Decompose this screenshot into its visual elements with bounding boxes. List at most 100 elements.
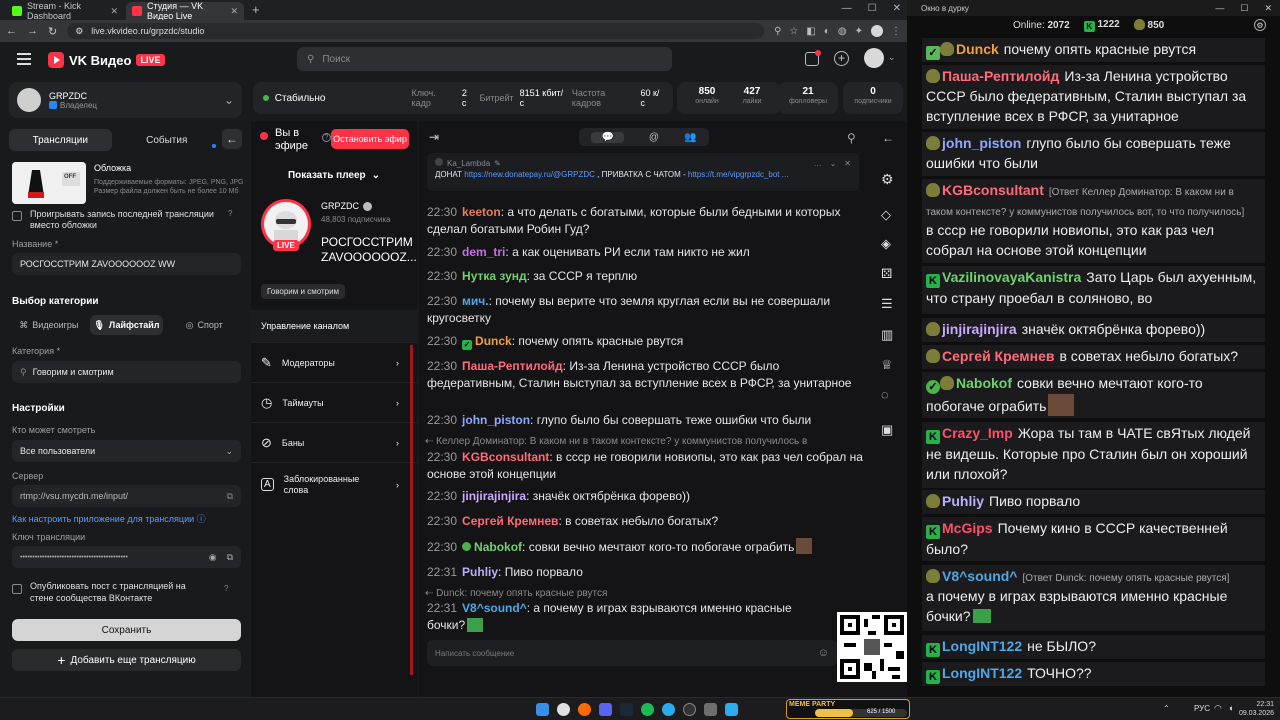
avatar[interactable]: [864, 48, 884, 68]
obs-icon[interactable]: [683, 703, 696, 716]
telegram-icon[interactable]: [662, 703, 675, 716]
menu-moderators[interactable]: ✎ Модераторы ›: [251, 342, 417, 382]
settings-gear-icon[interactable]: ⚙: [1254, 19, 1266, 31]
stats-bar-icon[interactable]: ▥: [881, 327, 893, 343]
trophy-icon[interactable]: ♕: [881, 357, 893, 373]
category-tag[interactable]: Говорим и смотрим: [261, 284, 346, 299]
spotify-icon[interactable]: [641, 703, 654, 716]
help-icon[interactable]: ?: [228, 209, 232, 218]
category-tab-lifestyle[interactable]: 🎙 Лайфстайл: [89, 315, 164, 335]
settings-gear-icon[interactable]: ⚙: [881, 171, 894, 188]
discord-icon[interactable]: [599, 703, 612, 716]
gem-icon[interactable]: ◈: [881, 236, 891, 252]
reload-icon[interactable]: ↻: [48, 25, 57, 38]
extensions-puzzle-icon[interactable]: ✦: [855, 26, 863, 37]
close-window-icon[interactable]: ✕: [1264, 3, 1272, 14]
clock[interactable]: 22:31 09.03.2026: [1238, 700, 1274, 718]
msg-user[interactable]: john_piston: [462, 413, 530, 427]
extension-icon[interactable]: ◐: [824, 26, 830, 37]
maximize-icon[interactable]: ☐: [868, 3, 877, 14]
start-windows-icon[interactable]: [536, 703, 549, 716]
pin-icon[interactable]: ⚲: [847, 131, 856, 145]
site-info-icon[interactable]: ⚙: [75, 26, 83, 37]
volume-icon[interactable]: ◖: [1228, 703, 1233, 713]
bookmark-star-icon[interactable]: ☆: [789, 26, 798, 37]
close-icon[interactable]: ✕: [844, 158, 851, 169]
app-icon[interactable]: [725, 703, 738, 716]
close-tab-icon[interactable]: ✕: [230, 6, 238, 17]
msg-user[interactable]: V8^sound^: [462, 601, 527, 615]
close-window-icon[interactable]: ✕: [893, 3, 901, 14]
input-language[interactable]: РУС: [1194, 704, 1210, 713]
publish-post-checkbox[interactable]: [12, 584, 22, 594]
help-icon[interactable]: ?: [224, 584, 228, 593]
chevron-down-icon[interactable]: ⌄: [888, 52, 896, 63]
telegram-link[interactable]: https://t.me/vipgrpzdc_bot ...: [688, 170, 789, 179]
copy-icon[interactable]: ⧉: [227, 552, 233, 563]
menu-blocked-words[interactable]: A Заблокированные слова ›: [251, 462, 417, 506]
chat-tab-users-icon[interactable]: 👥: [684, 132, 696, 143]
stop-stream-button[interactable]: Остановить эфир: [331, 129, 409, 149]
diamond-icon[interactable]: ◇: [881, 207, 891, 223]
url-field[interactable]: ⚙ live.vkvideo.ru/grpzdc/studio: [67, 23, 765, 39]
search-icon[interactable]: ⚲: [774, 26, 781, 37]
dice-icon[interactable]: ⚄: [881, 266, 892, 282]
tray-chevron-icon[interactable]: ⌃: [1163, 704, 1170, 713]
new-tab-button[interactable]: +: [252, 2, 260, 17]
profile-icon[interactable]: [871, 25, 883, 37]
chat-message-input[interactable]: Написать сообщение ☺: [427, 640, 837, 666]
menu-timeouts[interactable]: ◷ Таймауты ›: [251, 382, 417, 422]
show-key-eye-icon[interactable]: ◉: [209, 552, 217, 563]
play-last-checkbox[interactable]: [12, 211, 22, 221]
category-tab-games[interactable]: ⌘ Видеоигры: [12, 315, 86, 335]
minimize-icon[interactable]: —: [842, 3, 852, 14]
msg-user[interactable]: Паша-Рептилойд: [462, 359, 563, 373]
vk-video-logo[interactable]: VK Видео LIVE: [48, 52, 165, 68]
collapse-icon[interactable]: ←: [882, 131, 894, 145]
server-field[interactable]: rtmp://vsu.mycdn.me/input/ ⧉: [12, 485, 241, 507]
search-input[interactable]: ⚲ Поиск: [297, 47, 672, 71]
category-tab-sport[interactable]: ◎ Спорт: [167, 315, 241, 335]
expand-chat-icon[interactable]: ⇥: [429, 130, 439, 144]
category-input[interactable]: ⚲ Говорим и смотрим: [12, 361, 241, 383]
chevron-down-icon[interactable]: ⌄: [830, 158, 837, 169]
steam-icon[interactable]: [620, 703, 633, 716]
maximize-icon[interactable]: ☐: [1240, 3, 1248, 14]
collapse-panel-icon[interactable]: ←: [222, 129, 242, 149]
copy-icon[interactable]: ⧉: [227, 491, 233, 502]
chat-tab-mentions-icon[interactable]: @: [649, 132, 659, 143]
emoji-icon[interactable]: ☺: [818, 647, 829, 659]
forward-icon[interactable]: →: [27, 25, 38, 37]
overlay-icon[interactable]: ▣: [881, 422, 893, 438]
msg-user[interactable]: мич.: [462, 294, 489, 308]
msg-user[interactable]: keeton: [462, 205, 501, 219]
msg-user[interactable]: KGBconsultant: [462, 450, 549, 464]
help-icon[interactable]: ?: [322, 133, 331, 142]
msg-user[interactable]: Nabokof: [474, 540, 522, 554]
tab-broadcasts[interactable]: Трансляции: [9, 129, 112, 151]
back-icon[interactable]: ←: [6, 25, 17, 37]
msg-user[interactable]: Dunck: [475, 334, 512, 348]
msg-user[interactable]: dem_tri: [462, 245, 505, 259]
add-stream-button[interactable]: + Добавить еще трансляцию: [12, 649, 241, 671]
wifi-icon[interactable]: ◠: [1214, 703, 1222, 714]
hamburger-menu-icon[interactable]: [17, 53, 31, 65]
menu-dots-icon[interactable]: ⋮: [891, 26, 901, 37]
menu-bans[interactable]: ⊘ Баны ›: [251, 422, 417, 462]
browser-tab-vk[interactable]: Студия — VK Видео Live ✕: [126, 1, 244, 21]
msg-user[interactable]: Сергей Кремнев: [462, 514, 558, 528]
channel-selector[interactable]: GRPZDC Владелец ⌄: [9, 82, 242, 118]
extension-icon[interactable]: ◍: [838, 26, 847, 37]
msg-user[interactable]: Нутка зунд: [462, 269, 527, 283]
msg-user[interactable]: Puhliy: [462, 565, 498, 579]
extension-icon[interactable]: ◧: [806, 26, 815, 37]
show-player-button[interactable]: Показать плеер ⌄: [251, 161, 417, 189]
close-tab-icon[interactable]: ✕: [110, 6, 118, 17]
tab-events[interactable]: События: [116, 129, 219, 151]
browser-tab-kick[interactable]: Stream - Kick Dashboard ✕: [6, 1, 124, 21]
stream-key-field[interactable]: ••••••••••••••••••••••••••••••••••••••••…: [12, 546, 241, 568]
setup-help-link[interactable]: Как настроить приложение для трансляции …: [12, 512, 206, 525]
browser-app-icon[interactable]: [578, 703, 591, 716]
save-button[interactable]: Сохранить: [12, 619, 241, 641]
app-icon[interactable]: [704, 703, 717, 716]
